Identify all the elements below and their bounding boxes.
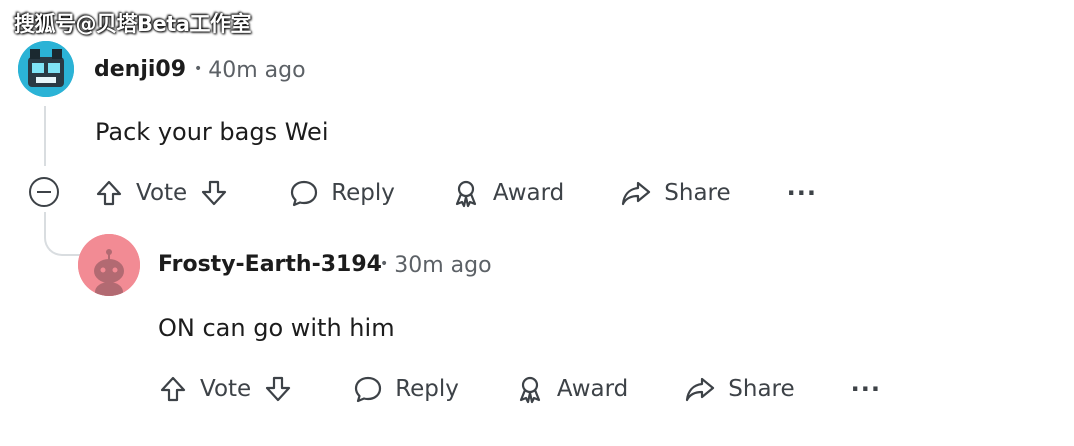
timestamp-text: 40m ago xyxy=(208,58,306,83)
separator-dot: • xyxy=(380,256,389,272)
comment-actions: Vote Reply Award Share ··· xyxy=(158,369,881,409)
comment-timestamp: • 40m ago xyxy=(194,58,306,83)
reply-label: Reply xyxy=(395,376,459,402)
vote-group: Vote xyxy=(158,374,293,404)
separator-dot: • xyxy=(194,61,203,77)
thread-connector xyxy=(44,212,80,256)
upvote-icon[interactable] xyxy=(158,374,188,404)
watermark: 搜狐号@贝塔Beta工作室 xyxy=(14,12,251,36)
comment-bubble-icon xyxy=(353,374,383,404)
reply-button[interactable]: Reply xyxy=(353,374,459,404)
award-button[interactable]: Award xyxy=(451,178,564,208)
avatar[interactable] xyxy=(18,41,74,97)
award-label: Award xyxy=(492,180,565,206)
upvote-icon[interactable] xyxy=(94,178,124,208)
more-options-button[interactable]: ··· xyxy=(787,179,817,207)
share-button[interactable]: Share xyxy=(620,178,731,208)
award-icon xyxy=(515,374,545,404)
comment-bubble-icon xyxy=(289,178,319,208)
comment-body: Pack your bags Wei xyxy=(95,118,329,146)
avatar[interactable] xyxy=(78,234,140,296)
award-label: Award xyxy=(556,376,629,402)
vote-label: Vote xyxy=(200,376,252,402)
vote-group: Vote xyxy=(94,178,229,208)
share-label: Share xyxy=(664,180,731,206)
reply-label: Reply xyxy=(331,180,395,206)
vote-label: Vote xyxy=(136,180,188,206)
share-label: Share xyxy=(728,376,795,402)
more-options-button[interactable]: ··· xyxy=(851,375,881,403)
comment-timestamp: • 30m ago xyxy=(380,253,492,278)
share-icon xyxy=(620,178,652,208)
collapse-thread-button[interactable] xyxy=(29,177,59,207)
award-button[interactable]: Award xyxy=(515,374,628,404)
downvote-icon[interactable] xyxy=(263,374,293,404)
downvote-icon[interactable] xyxy=(199,178,229,208)
timestamp-text: 30m ago xyxy=(394,253,492,278)
award-icon xyxy=(451,178,481,208)
reply-button[interactable]: Reply xyxy=(289,178,395,208)
comment-username[interactable]: Frosty-Earth-3194 xyxy=(158,252,382,277)
comment-body: ON can go with him xyxy=(158,314,395,342)
comment-username[interactable]: denji09 xyxy=(94,57,186,82)
thread-line xyxy=(44,106,46,166)
share-button[interactable]: Share xyxy=(684,374,795,404)
share-icon xyxy=(684,374,716,404)
comment-actions: Vote Reply Award Share ··· xyxy=(94,173,817,213)
